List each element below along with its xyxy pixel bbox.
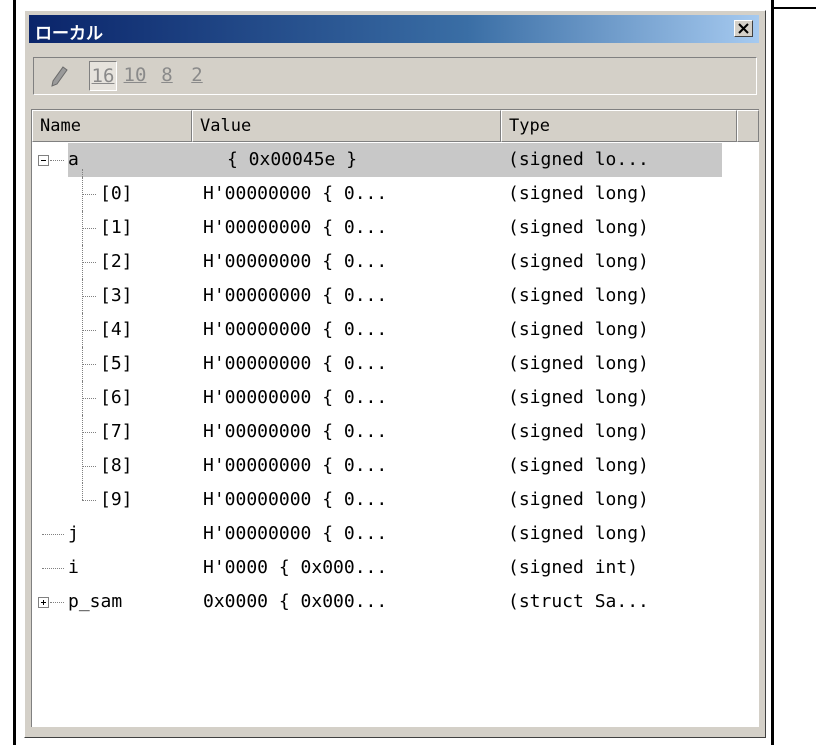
collapse-icon[interactable] bbox=[38, 155, 49, 166]
variable-value: H'00000000 { 0... bbox=[203, 353, 388, 374]
tree-connector bbox=[82, 364, 96, 365]
column-header-name[interactable]: Name bbox=[32, 110, 192, 142]
tree-connector bbox=[82, 296, 96, 297]
variable-value: H'00000000 { 0... bbox=[203, 455, 388, 476]
column-header-filler bbox=[737, 110, 759, 142]
variable-value: H'00000000 { 0... bbox=[203, 319, 388, 340]
variable-type: (signed long) bbox=[508, 455, 649, 476]
list-row[interactable]: [4] H'00000000 { 0... (signed long) bbox=[32, 313, 759, 347]
column-header-value[interactable]: Value bbox=[192, 110, 501, 142]
radix-button-8[interactable]: 8 bbox=[153, 61, 181, 91]
list-row[interactable]: [1] H'00000000 { 0... (signed long) bbox=[32, 211, 759, 245]
variable-value: H'00000000 { 0... bbox=[203, 489, 388, 510]
variable-name: [5] bbox=[100, 353, 133, 374]
tree-connector bbox=[82, 169, 83, 177]
list-row[interactable]: [8] H'00000000 { 0... (signed long) bbox=[32, 449, 759, 483]
close-button[interactable] bbox=[734, 20, 753, 37]
variable-name: [0] bbox=[100, 183, 133, 204]
tree-connector bbox=[50, 160, 64, 161]
variable-name: i bbox=[68, 557, 79, 578]
tree-connector bbox=[82, 466, 96, 467]
variable-name: [4] bbox=[100, 319, 133, 340]
variable-value: H'00000000 { 0... bbox=[203, 251, 388, 272]
toolbar: 16 10 8 2 bbox=[29, 51, 759, 99]
variable-type: (struct Sa... bbox=[508, 591, 649, 612]
tree-connector bbox=[42, 534, 64, 535]
variable-value: H'00000000 { 0... bbox=[203, 217, 388, 238]
variable-type: (signed long) bbox=[508, 251, 649, 272]
page-frame-top bbox=[771, 7, 816, 9]
close-icon bbox=[738, 23, 749, 34]
locals-list[interactable]: Name Value Type a { 0x00045e } (signed lo.… bbox=[31, 109, 759, 727]
tree-connector bbox=[82, 330, 96, 331]
tree-connector bbox=[82, 500, 96, 501]
variable-name: [1] bbox=[100, 217, 133, 238]
list-header: Name Value Type bbox=[32, 110, 759, 142]
expand-icon[interactable] bbox=[38, 597, 49, 608]
variable-name: [9] bbox=[100, 489, 133, 510]
radix-button-16[interactable]: 16 bbox=[89, 61, 117, 91]
variable-type: (signed long) bbox=[508, 421, 649, 442]
variable-name: a bbox=[68, 149, 79, 170]
list-row[interactable]: [5] H'00000000 { 0... (signed long) bbox=[32, 347, 759, 381]
radix-button-2[interactable]: 2 bbox=[183, 61, 211, 91]
list-row[interactable]: j H'00000000 { 0... (signed long) bbox=[32, 517, 759, 551]
variable-value: H'00000000 { 0... bbox=[203, 183, 388, 204]
tree-connector bbox=[42, 568, 64, 569]
variable-type: (signed long) bbox=[508, 353, 649, 374]
radix-button-10[interactable]: 10 bbox=[121, 61, 149, 91]
tree-connector bbox=[82, 483, 83, 500]
list-row[interactable]: [6] H'00000000 { 0... (signed long) bbox=[32, 381, 759, 415]
tree-connector bbox=[82, 194, 96, 195]
list-row[interactable]: [9] H'00000000 { 0... (signed long) bbox=[32, 483, 759, 517]
variable-type: (signed long) bbox=[508, 387, 649, 408]
variable-name: [6] bbox=[100, 387, 133, 408]
variable-type: (signed lo... bbox=[508, 149, 649, 170]
list-row[interactable]: [2] H'00000000 { 0... (signed long) bbox=[32, 245, 759, 279]
locals-window: ローカル 16 10 8 2 Name Value Type a { 0x00045e … bbox=[24, 10, 766, 738]
variable-value: { 0x00045e } bbox=[227, 149, 358, 170]
list-row[interactable]: p_sam 0x0000 { 0x000... (struct Sa... bbox=[32, 585, 759, 619]
variable-value: H'00000000 { 0... bbox=[203, 523, 388, 544]
variable-value: H'00000000 { 0... bbox=[203, 285, 388, 306]
window-title: ローカル bbox=[35, 24, 103, 44]
tree-connector bbox=[82, 228, 96, 229]
page-frame-left bbox=[13, 0, 16, 745]
variable-type: (signed long) bbox=[508, 319, 649, 340]
tree-connector bbox=[82, 262, 96, 263]
variable-value: 0x0000 { 0x000... bbox=[203, 591, 388, 612]
variable-value: H'0000 { 0x000... bbox=[203, 557, 388, 578]
variable-type: (signed long) bbox=[508, 523, 649, 544]
list-row[interactable]: a { 0x00045e } (signed lo... bbox=[32, 143, 759, 177]
variable-value: H'00000000 { 0... bbox=[203, 421, 388, 442]
tree-connector bbox=[82, 432, 96, 433]
variable-name: [3] bbox=[100, 285, 133, 306]
variable-type: (signed long) bbox=[508, 489, 649, 510]
title-bar[interactable]: ローカル bbox=[29, 15, 759, 44]
variable-name: [2] bbox=[100, 251, 133, 272]
list-row[interactable]: [3] H'00000000 { 0... (signed long) bbox=[32, 279, 759, 313]
pencil-icon[interactable] bbox=[49, 65, 69, 87]
variable-type: (signed int) bbox=[508, 557, 639, 578]
variable-type: (signed long) bbox=[508, 217, 649, 238]
page-frame-right bbox=[771, 0, 774, 745]
variable-name: p_sam bbox=[68, 591, 123, 612]
list-row[interactable]: i H'0000 { 0x000... (signed int) bbox=[32, 551, 759, 585]
list-row[interactable]: [0] H'00000000 { 0... (signed long) bbox=[32, 177, 759, 211]
variable-name: [8] bbox=[100, 455, 133, 476]
tree-connector bbox=[82, 398, 96, 399]
column-header-type[interactable]: Type bbox=[501, 110, 737, 142]
variable-name: [7] bbox=[100, 421, 133, 442]
variable-type: (signed long) bbox=[508, 285, 649, 306]
list-row[interactable]: [7] H'00000000 { 0... (signed long) bbox=[32, 415, 759, 449]
variable-name: j bbox=[68, 523, 79, 544]
variable-value: H'00000000 { 0... bbox=[203, 387, 388, 408]
tree-connector bbox=[50, 602, 64, 603]
variable-type: (signed long) bbox=[508, 183, 649, 204]
